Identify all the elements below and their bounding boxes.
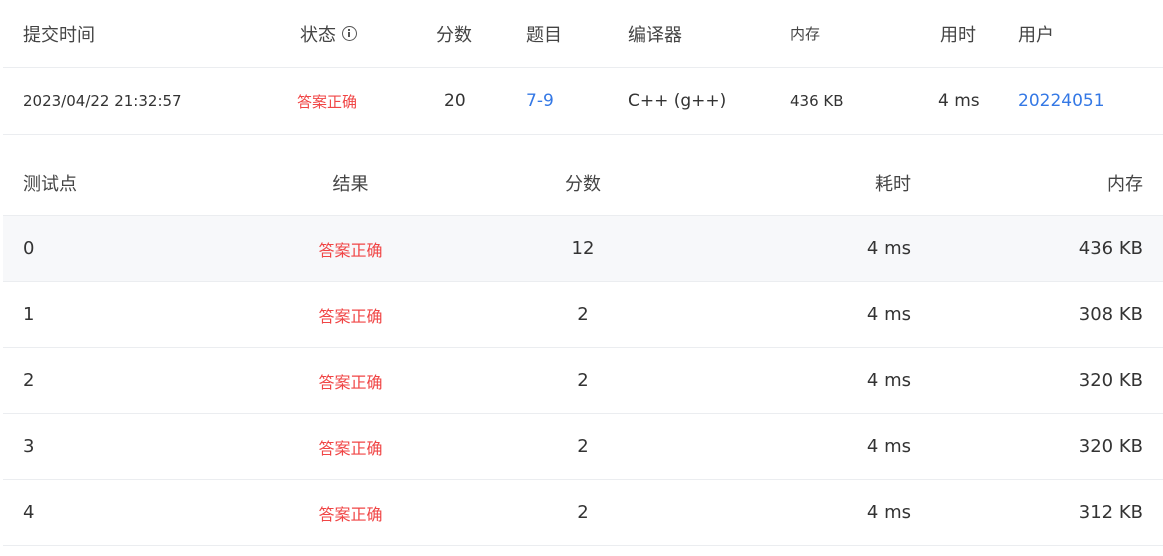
case-time: 4 ms xyxy=(866,238,911,259)
case-id: 1 xyxy=(23,304,35,325)
case-id: 2 xyxy=(23,370,35,391)
header-case: 测试点 xyxy=(23,173,77,195)
cases-header-row: 测试点 结果 分数 耗时 内存 xyxy=(3,150,1163,216)
header-case-score: 分数 xyxy=(565,173,601,195)
table-row: 2 答案正确 2 4 ms 320 KB xyxy=(3,348,1163,414)
case-time: 4 ms xyxy=(866,502,911,523)
case-score: 2 xyxy=(577,370,589,391)
header-case-memory: 内存 xyxy=(1107,173,1143,195)
header-status-label: 状态 xyxy=(300,24,336,46)
case-id: 0 xyxy=(23,238,35,259)
summary-data-row: 2023/04/22 21:32:57 答案正确 20 7-9 C++ (g++… xyxy=(3,68,1163,135)
table-row: 1 答案正确 2 4 ms 308 KB xyxy=(3,282,1163,348)
case-score: 2 xyxy=(577,304,589,325)
table-row: 4 答案正确 2 4 ms 312 KB xyxy=(3,480,1163,546)
case-time: 4 ms xyxy=(866,436,911,457)
case-time: 4 ms xyxy=(866,304,911,325)
case-result: 答案正确 xyxy=(318,372,383,392)
header-time: 用时 xyxy=(940,24,976,46)
case-memory: 320 KB xyxy=(1078,436,1143,457)
header-result: 结果 xyxy=(332,173,369,195)
memory-value: 436 KB xyxy=(790,92,844,110)
case-score: 2 xyxy=(577,436,589,457)
info-icon[interactable] xyxy=(342,26,357,41)
header-score: 分数 xyxy=(436,24,472,46)
header-memory: 内存 xyxy=(790,25,821,43)
problem-link[interactable]: 7-9 xyxy=(526,68,554,134)
submission-summary-table: 提交时间 状态 分数 题目 编译器 内存 用时 用户 2023/04/22 21… xyxy=(3,0,1163,135)
header-status: 状态 xyxy=(300,0,357,67)
case-result: 答案正确 xyxy=(318,504,383,524)
case-memory: 312 KB xyxy=(1078,502,1143,523)
case-score: 12 xyxy=(571,238,595,259)
case-result: 答案正确 xyxy=(318,306,383,326)
user-link[interactable]: 20224051 xyxy=(1018,68,1105,134)
table-row: 0 答案正确 12 4 ms 436 KB xyxy=(3,216,1163,282)
test-cases-table: 测试点 结果 分数 耗时 内存 0 答案正确 12 4 ms 436 KB 1 … xyxy=(3,150,1163,546)
case-memory: 308 KB xyxy=(1078,304,1143,325)
case-result: 答案正确 xyxy=(318,438,383,458)
summary-header-row: 提交时间 状态 分数 题目 编译器 内存 用时 用户 xyxy=(3,0,1163,68)
case-score: 2 xyxy=(577,502,589,523)
case-memory: 320 KB xyxy=(1078,370,1143,391)
header-case-time: 耗时 xyxy=(875,173,911,195)
time-value: 4 ms xyxy=(938,91,980,111)
compiler-value: C++ (g++) xyxy=(628,91,727,111)
case-id: 3 xyxy=(23,436,35,457)
header-user: 用户 xyxy=(1018,24,1054,46)
score-value: 20 xyxy=(444,91,466,111)
case-id: 4 xyxy=(23,502,35,523)
case-result: 答案正确 xyxy=(318,240,383,260)
case-time: 4 ms xyxy=(866,370,911,391)
header-compiler: 编译器 xyxy=(628,24,682,46)
submit-time-value: 2023/04/22 21:32:57 xyxy=(23,92,182,110)
status-badge: 答案正确 xyxy=(297,92,358,111)
table-row: 3 答案正确 2 4 ms 320 KB xyxy=(3,414,1163,480)
header-submit-time: 提交时间 xyxy=(23,24,95,46)
case-memory: 436 KB xyxy=(1078,238,1143,259)
header-problem: 题目 xyxy=(526,24,562,46)
